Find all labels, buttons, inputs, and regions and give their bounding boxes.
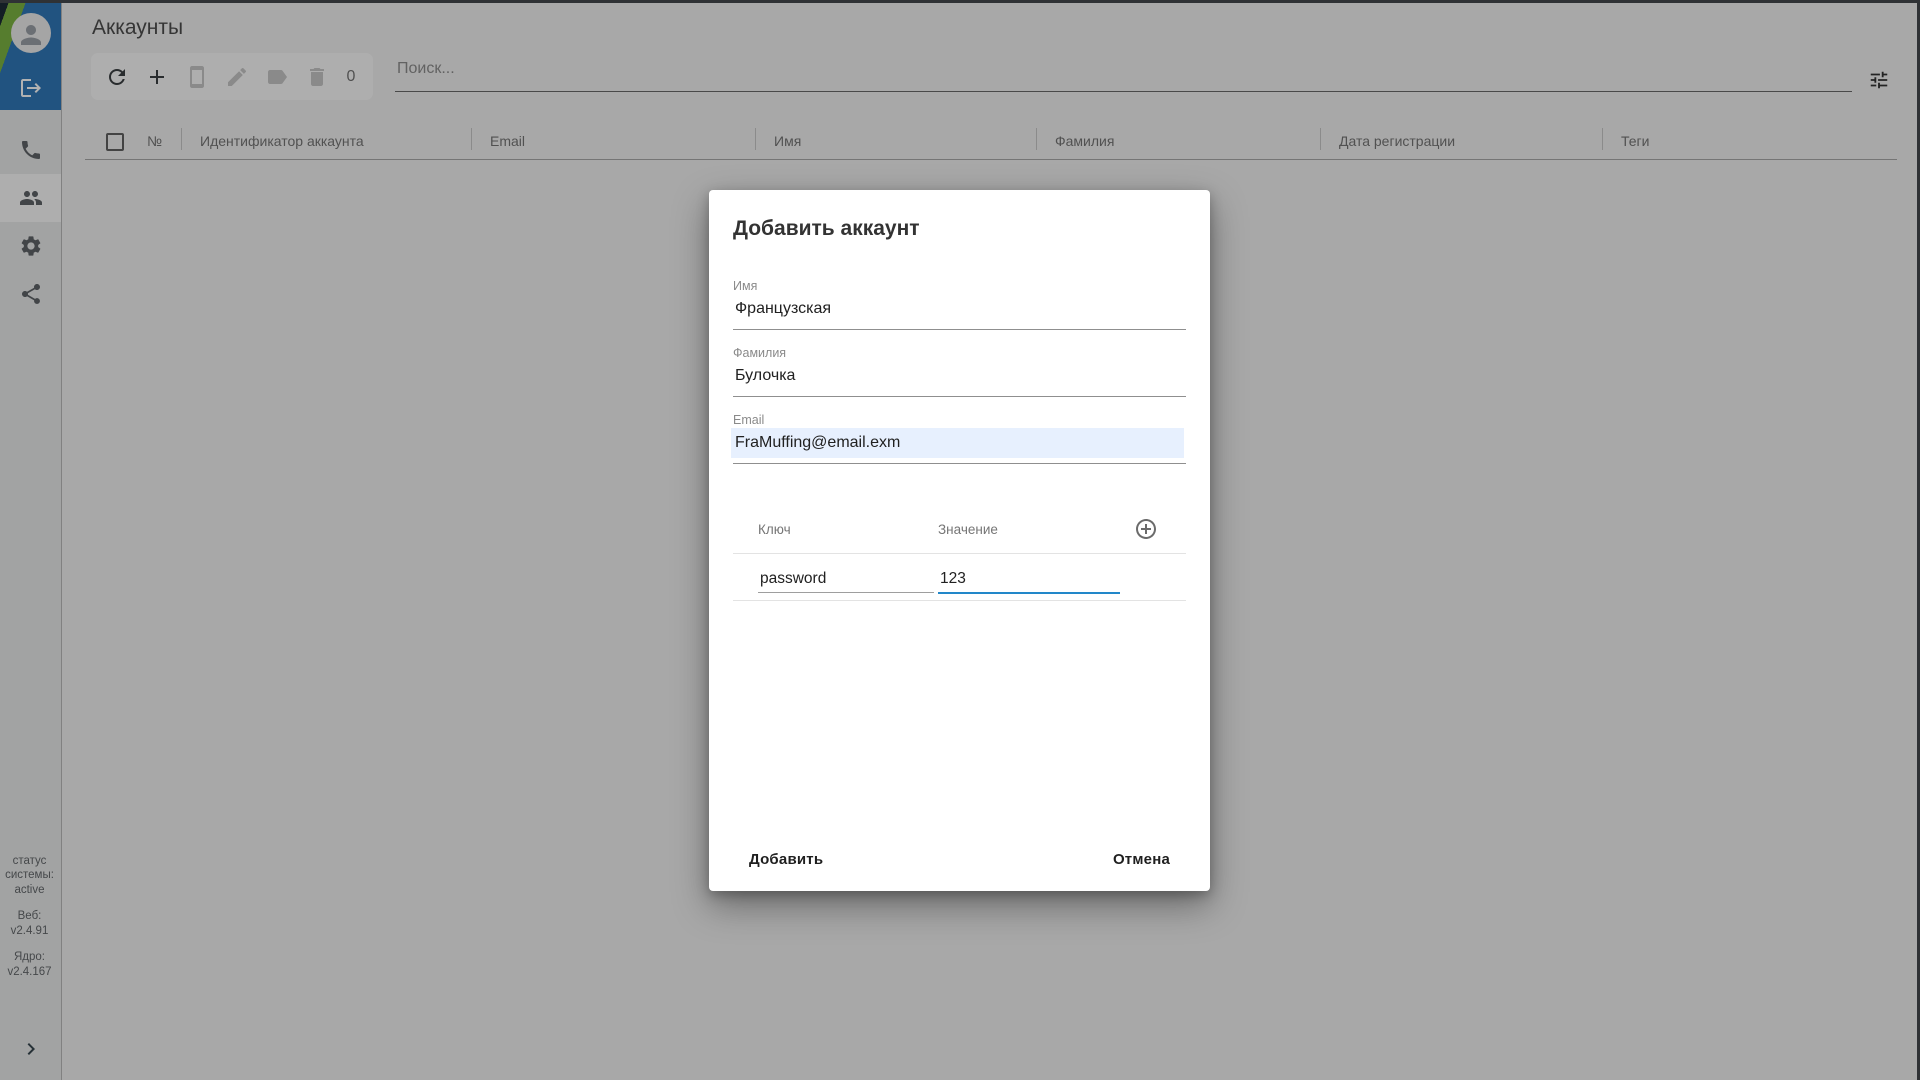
email-label: Email: [733, 413, 1186, 428]
dialog-title: Добавить аккаунт: [733, 216, 1186, 242]
last-name-label: Фамилия: [733, 346, 1186, 361]
param-row-divider: [733, 600, 1186, 601]
param-value-header: Значение: [938, 522, 1134, 537]
params-divider: [733, 553, 1186, 554]
param-row: [733, 567, 1186, 594]
cancel-button[interactable]: Отмена: [1097, 842, 1186, 877]
last-name-field: Фамилия: [733, 346, 1186, 397]
add-param-button[interactable]: [1134, 517, 1158, 541]
first-name-input[interactable]: [731, 294, 1184, 324]
dialog-fields: Имя Фамилия Email: [733, 279, 1186, 480]
param-value-input[interactable]: [938, 567, 1120, 594]
params-section: Ключ Значение: [733, 517, 1186, 601]
add-account-dialog: Добавить аккаунт Имя Фамилия Email Ключ …: [709, 190, 1210, 891]
param-key-header: Ключ: [758, 522, 938, 537]
add-circle-icon: [1134, 517, 1158, 541]
param-key-input[interactable]: [758, 567, 934, 593]
submit-button[interactable]: Добавить: [733, 842, 839, 877]
email-field: Email: [733, 413, 1186, 464]
last-name-input[interactable]: [731, 361, 1184, 391]
dialog-actions: Добавить Отмена: [733, 842, 1186, 877]
email-input[interactable]: [731, 428, 1184, 458]
params-header: Ключ Значение: [733, 517, 1186, 541]
first-name-label: Имя: [733, 279, 1186, 294]
first-name-field: Имя: [733, 279, 1186, 330]
